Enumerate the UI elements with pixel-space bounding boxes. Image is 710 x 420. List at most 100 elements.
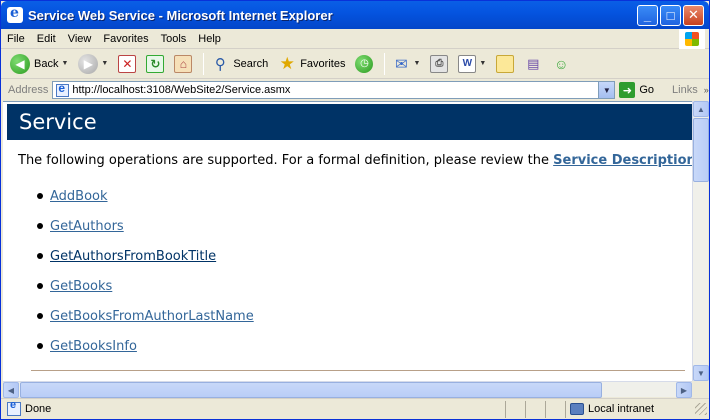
bullet-icon xyxy=(37,313,43,319)
chevron-right-icon: ▶ xyxy=(680,385,688,395)
scroll-down-button[interactable]: ▼ xyxy=(693,365,709,381)
chevron-up-icon: ▲ xyxy=(697,104,705,114)
horizontal-scroll-thumb[interactable] xyxy=(20,382,602,398)
operation-link-getauthorsfrombooktitle[interactable]: GetAuthorsFromBookTitle xyxy=(50,249,216,264)
chevron-down-icon: ▼ xyxy=(697,368,705,378)
list-item: AddBook xyxy=(37,181,254,211)
maximize-button[interactable]: □ xyxy=(660,4,681,26)
chevron-left-icon: ◀ xyxy=(7,385,15,395)
menu-favorites[interactable]: Favorites xyxy=(97,33,154,45)
intro-paragraph: The following operations are supported. … xyxy=(18,153,692,168)
home-button[interactable]: ⌂ xyxy=(171,52,195,76)
links-chevron-icon[interactable]: » xyxy=(704,85,709,95)
operation-link-addbook[interactable]: AddBook xyxy=(50,189,108,204)
bullet-icon xyxy=(37,253,43,259)
vertical-scroll-thumb[interactable] xyxy=(693,118,709,182)
discuss-button[interactable] xyxy=(493,52,517,76)
scroll-right-button[interactable]: ▶ xyxy=(676,382,692,398)
operation-link-getbooks[interactable]: GetBooks xyxy=(50,279,112,294)
service-description-link[interactable]: Service Description xyxy=(553,153,692,168)
address-dropdown-icon[interactable]: ▼ xyxy=(598,82,615,98)
page-heading: Service xyxy=(7,104,692,140)
back-label: Back xyxy=(34,57,59,70)
horizontal-rule xyxy=(31,370,685,371)
research-icon: ▤ xyxy=(527,55,540,71)
browser-window: Service Web Service - Microsoft Internet… xyxy=(0,0,710,420)
edit-button[interactable]: W ▼ xyxy=(455,52,489,76)
status-text: Done xyxy=(25,403,52,415)
search-label: Search xyxy=(233,57,269,70)
close-icon: ✕ xyxy=(688,7,699,22)
go-button[interactable]: ➜ Go xyxy=(619,82,654,98)
maximize-icon: □ xyxy=(666,7,675,23)
bullet-icon xyxy=(37,193,43,199)
stop-icon: ✕ xyxy=(118,54,137,73)
menu-edit[interactable]: Edit xyxy=(31,33,62,45)
links-button[interactable]: Links xyxy=(672,84,698,96)
list-item: GetAuthorsFromBookTitle xyxy=(37,241,254,271)
address-label: Address xyxy=(8,84,49,96)
print-button[interactable]: ⎙ xyxy=(427,52,451,76)
vertical-scrollbar[interactable]: ▲ ▼ xyxy=(692,101,709,381)
menu-view[interactable]: View xyxy=(62,33,98,45)
list-item: GetBooks xyxy=(37,271,254,301)
menu-file[interactable]: File xyxy=(1,33,31,45)
edit-dropdown-icon[interactable]: ▼ xyxy=(479,60,486,67)
address-url[interactable]: http://localhost:3108/WebSite2/Service.a… xyxy=(72,84,598,96)
status-panel xyxy=(525,400,543,418)
minimize-button[interactable]: _ xyxy=(637,4,658,26)
title-bar: Service Web Service - Microsoft Internet… xyxy=(1,1,709,29)
research-button[interactable]: ▤ xyxy=(521,52,545,76)
refresh-button[interactable]: ↻ xyxy=(143,52,167,76)
zone-label: Local intranet xyxy=(588,403,655,415)
status-bar: Done Local intranet xyxy=(1,398,709,419)
history-button[interactable]: ◷ xyxy=(352,52,376,76)
operation-link-getauthors[interactable]: GetAuthors xyxy=(50,219,124,234)
resize-grip-icon[interactable] xyxy=(695,403,707,415)
menu-tools[interactable]: Tools xyxy=(155,33,193,45)
forward-dropdown-icon[interactable]: ▼ xyxy=(101,60,108,67)
operation-link-getbooksinfo[interactable]: GetBooksInfo xyxy=(50,339,137,354)
favorites-label: Favorites xyxy=(300,57,346,70)
status-panel xyxy=(505,400,523,418)
status-panel xyxy=(545,400,563,418)
security-zone[interactable]: Local intranet xyxy=(565,400,695,418)
intro-text: The following operations are supported. … xyxy=(18,153,554,168)
bullet-icon xyxy=(37,223,43,229)
menu-help[interactable]: Help xyxy=(192,33,227,45)
search-icon: ⚲ xyxy=(214,55,226,73)
scroll-up-button[interactable]: ▲ xyxy=(693,101,709,117)
search-button[interactable]: ⚲ Search xyxy=(208,52,271,76)
scroll-left-button[interactable]: ◀ xyxy=(3,382,19,398)
favorites-icon: ★ xyxy=(279,53,295,73)
address-input[interactable]: http://localhost:3108/WebSite2/Service.a… xyxy=(52,81,616,99)
print-icon: ⎙ xyxy=(430,54,449,73)
operations-list: AddBook GetAuthors GetAuthorsFromBookTit… xyxy=(37,181,254,361)
messenger-icon: ☺ xyxy=(554,55,569,72)
address-bar: Address http://localhost:3108/WebSite2/S… xyxy=(1,79,709,101)
ie-page-icon xyxy=(56,81,70,97)
mail-icon: ✉ xyxy=(395,55,408,73)
back-button[interactable]: ◀ Back ▼ xyxy=(7,52,71,76)
forward-icon: ▶ xyxy=(78,53,99,74)
stop-button[interactable]: ✕ xyxy=(115,52,139,76)
minimize-icon: _ xyxy=(643,7,652,23)
mail-dropdown-icon[interactable]: ▼ xyxy=(413,60,420,67)
list-item: GetBooksInfo xyxy=(37,331,254,361)
mail-button[interactable]: ✉ ▼ xyxy=(389,52,423,76)
home-icon: ⌂ xyxy=(174,54,193,73)
toolbar-separator xyxy=(384,52,386,75)
favorites-button[interactable]: ★ Favorites xyxy=(275,52,348,76)
go-icon: ➜ xyxy=(619,82,636,98)
toolbar: ◀ Back ▼ ▶ ▼ ✕ ↻ ⌂ ⚲ Search ★ Favorites … xyxy=(1,49,709,79)
bullet-icon xyxy=(37,343,43,349)
back-dropdown-icon[interactable]: ▼ xyxy=(61,60,68,67)
refresh-icon: ↻ xyxy=(146,54,165,73)
history-icon: ◷ xyxy=(355,54,374,73)
messenger-button[interactable]: ☺ xyxy=(549,52,573,76)
close-button[interactable]: ✕ xyxy=(683,4,704,26)
list-item: GetBooksFromAuthorLastName xyxy=(37,301,254,331)
operation-link-getbooksfromauthorlastname[interactable]: GetBooksFromAuthorLastName xyxy=(50,309,254,324)
forward-button[interactable]: ▶ ▼ xyxy=(75,52,111,76)
horizontal-scrollbar[interactable]: ◀ ▶ xyxy=(3,381,692,398)
